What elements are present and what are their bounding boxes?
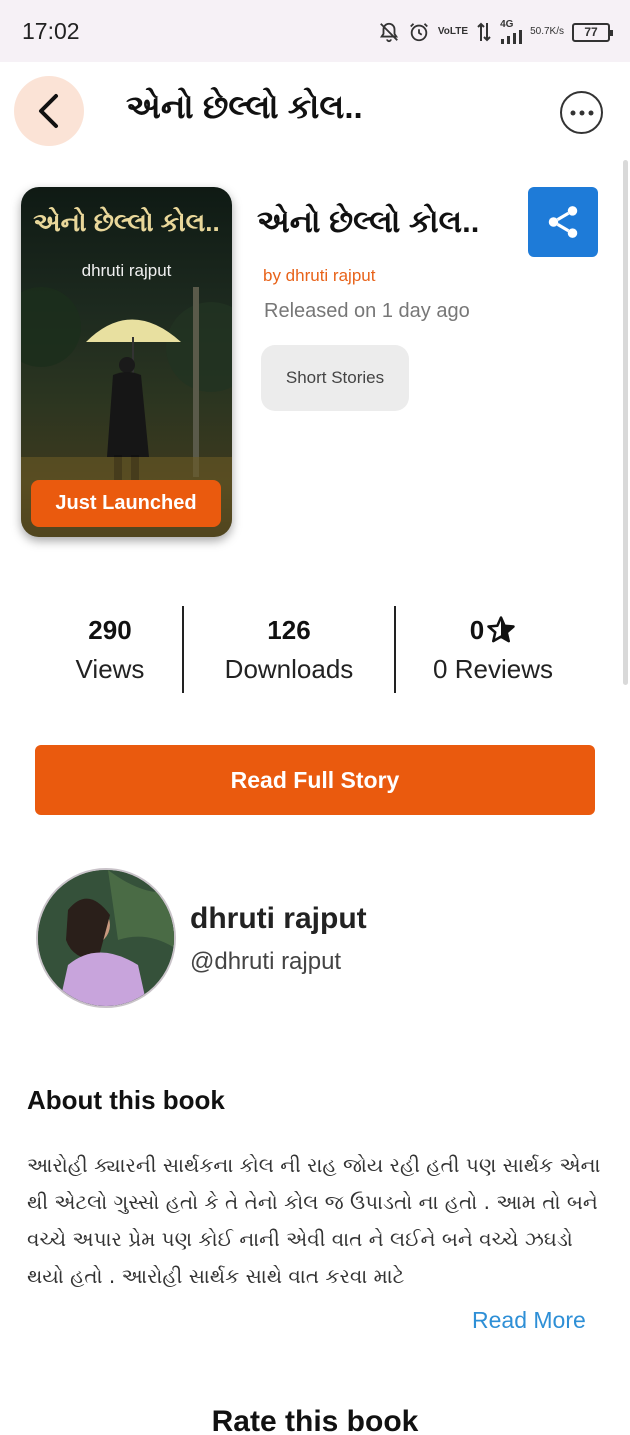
release-date: Released on 1 day ago (264, 300, 470, 322)
scrollbar[interactable] (623, 160, 628, 685)
speed-unit: K/s (549, 26, 564, 37)
avatar-image (38, 870, 174, 1006)
alarm-icon (408, 21, 430, 43)
status-time: 17:02 (22, 18, 80, 44)
stat-divider (394, 606, 396, 693)
battery-icon: 77 (572, 22, 613, 42)
more-dots-icon (570, 110, 593, 115)
volte-icon: Vo LTE (438, 27, 468, 37)
just-launched-badge: Just Launched (31, 480, 221, 527)
read-more-link[interactable]: Read More (472, 1307, 586, 1334)
author-name[interactable]: dhruti rajput (190, 902, 367, 936)
mute-notification-icon (378, 21, 400, 43)
views-label: Views (75, 654, 145, 684)
volte-bottom-label: LTE (449, 26, 469, 37)
book-cover[interactable]: એનો છેલ્લો કોલ.. dhruti rajput Just Laun… (21, 187, 232, 537)
about-heading: About this book (27, 1085, 225, 1115)
status-bar: 17:02 Vo LTE 4G 50.7 K/s 77 (0, 0, 630, 62)
battery-level: 77 (584, 25, 598, 39)
about-description: આરોહી ક્યારની સાર્થકના કોલ ની રાહ જોય રહ… (27, 1153, 601, 1288)
downloads-count: 126 (267, 614, 311, 645)
downloads-stat: 126 Downloads (200, 612, 378, 692)
downloads-label: Downloads (224, 654, 354, 684)
speed-value: 50.7 (530, 26, 550, 37)
network-type-label: 4G (500, 19, 514, 30)
cover-title: એનો છેલ્લો કોલ.. (33, 207, 220, 237)
cover-author: dhruti rajput (81, 261, 172, 280)
author-link[interactable]: by dhruti rajput (263, 266, 375, 286)
read-full-story-button[interactable]: Read Full Story (35, 745, 595, 815)
back-button[interactable] (14, 76, 84, 146)
more-options-button[interactable] (560, 91, 603, 134)
book-title: એનો છેલ્લો કોલ.. (257, 204, 480, 239)
data-transfer-icon (476, 21, 492, 43)
share-icon (548, 206, 578, 238)
reviews-stat[interactable]: 0 0 Reviews (412, 612, 574, 692)
author-avatar[interactable] (36, 868, 176, 1008)
page-title: એનો છેલ્લો કોલ.. (126, 88, 363, 125)
rate-heading: Rate this book (211, 1405, 419, 1435)
genre-chip[interactable]: Short Stories (261, 345, 409, 411)
rating-row: 0 (412, 612, 574, 648)
stat-divider (182, 606, 184, 693)
views-stat: 290 Views (40, 612, 180, 692)
chevron-left-icon (39, 94, 58, 128)
app-header: એનો છેલ્લો કોલ.. (0, 62, 630, 162)
reviews-label: 0 Reviews (433, 654, 553, 684)
views-count: 290 (88, 614, 132, 645)
author-handle: @dhruti rajput (190, 948, 342, 975)
share-button[interactable] (528, 187, 598, 257)
network-speed: 50.7 K/s (530, 27, 564, 37)
star-icon (487, 616, 515, 643)
rating-value: 0 (469, 614, 485, 645)
status-icons: Vo LTE 4G 50.7 K/s 77 (378, 16, 613, 48)
signal-icon: 4G (500, 19, 523, 44)
volte-top-label: Vo (437, 26, 450, 37)
